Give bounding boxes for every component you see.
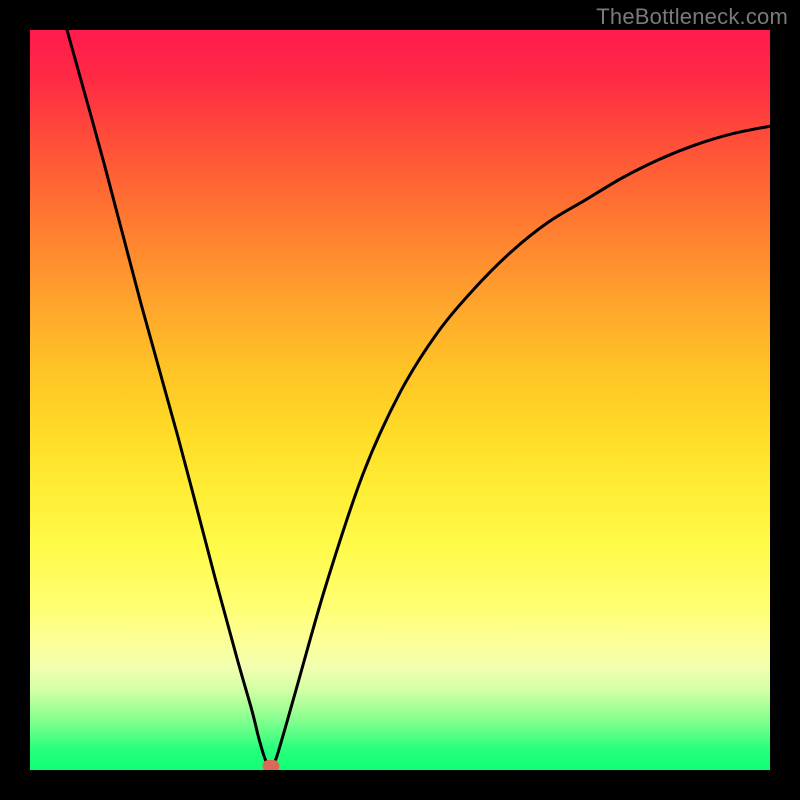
optimal-point-marker: [262, 760, 279, 770]
curve-svg: [30, 30, 770, 770]
watermark-text: TheBottleneck.com: [596, 4, 788, 30]
chart-frame: TheBottleneck.com: [0, 0, 800, 800]
bottleneck-curve: [67, 30, 770, 765]
plot-area: [30, 30, 770, 770]
